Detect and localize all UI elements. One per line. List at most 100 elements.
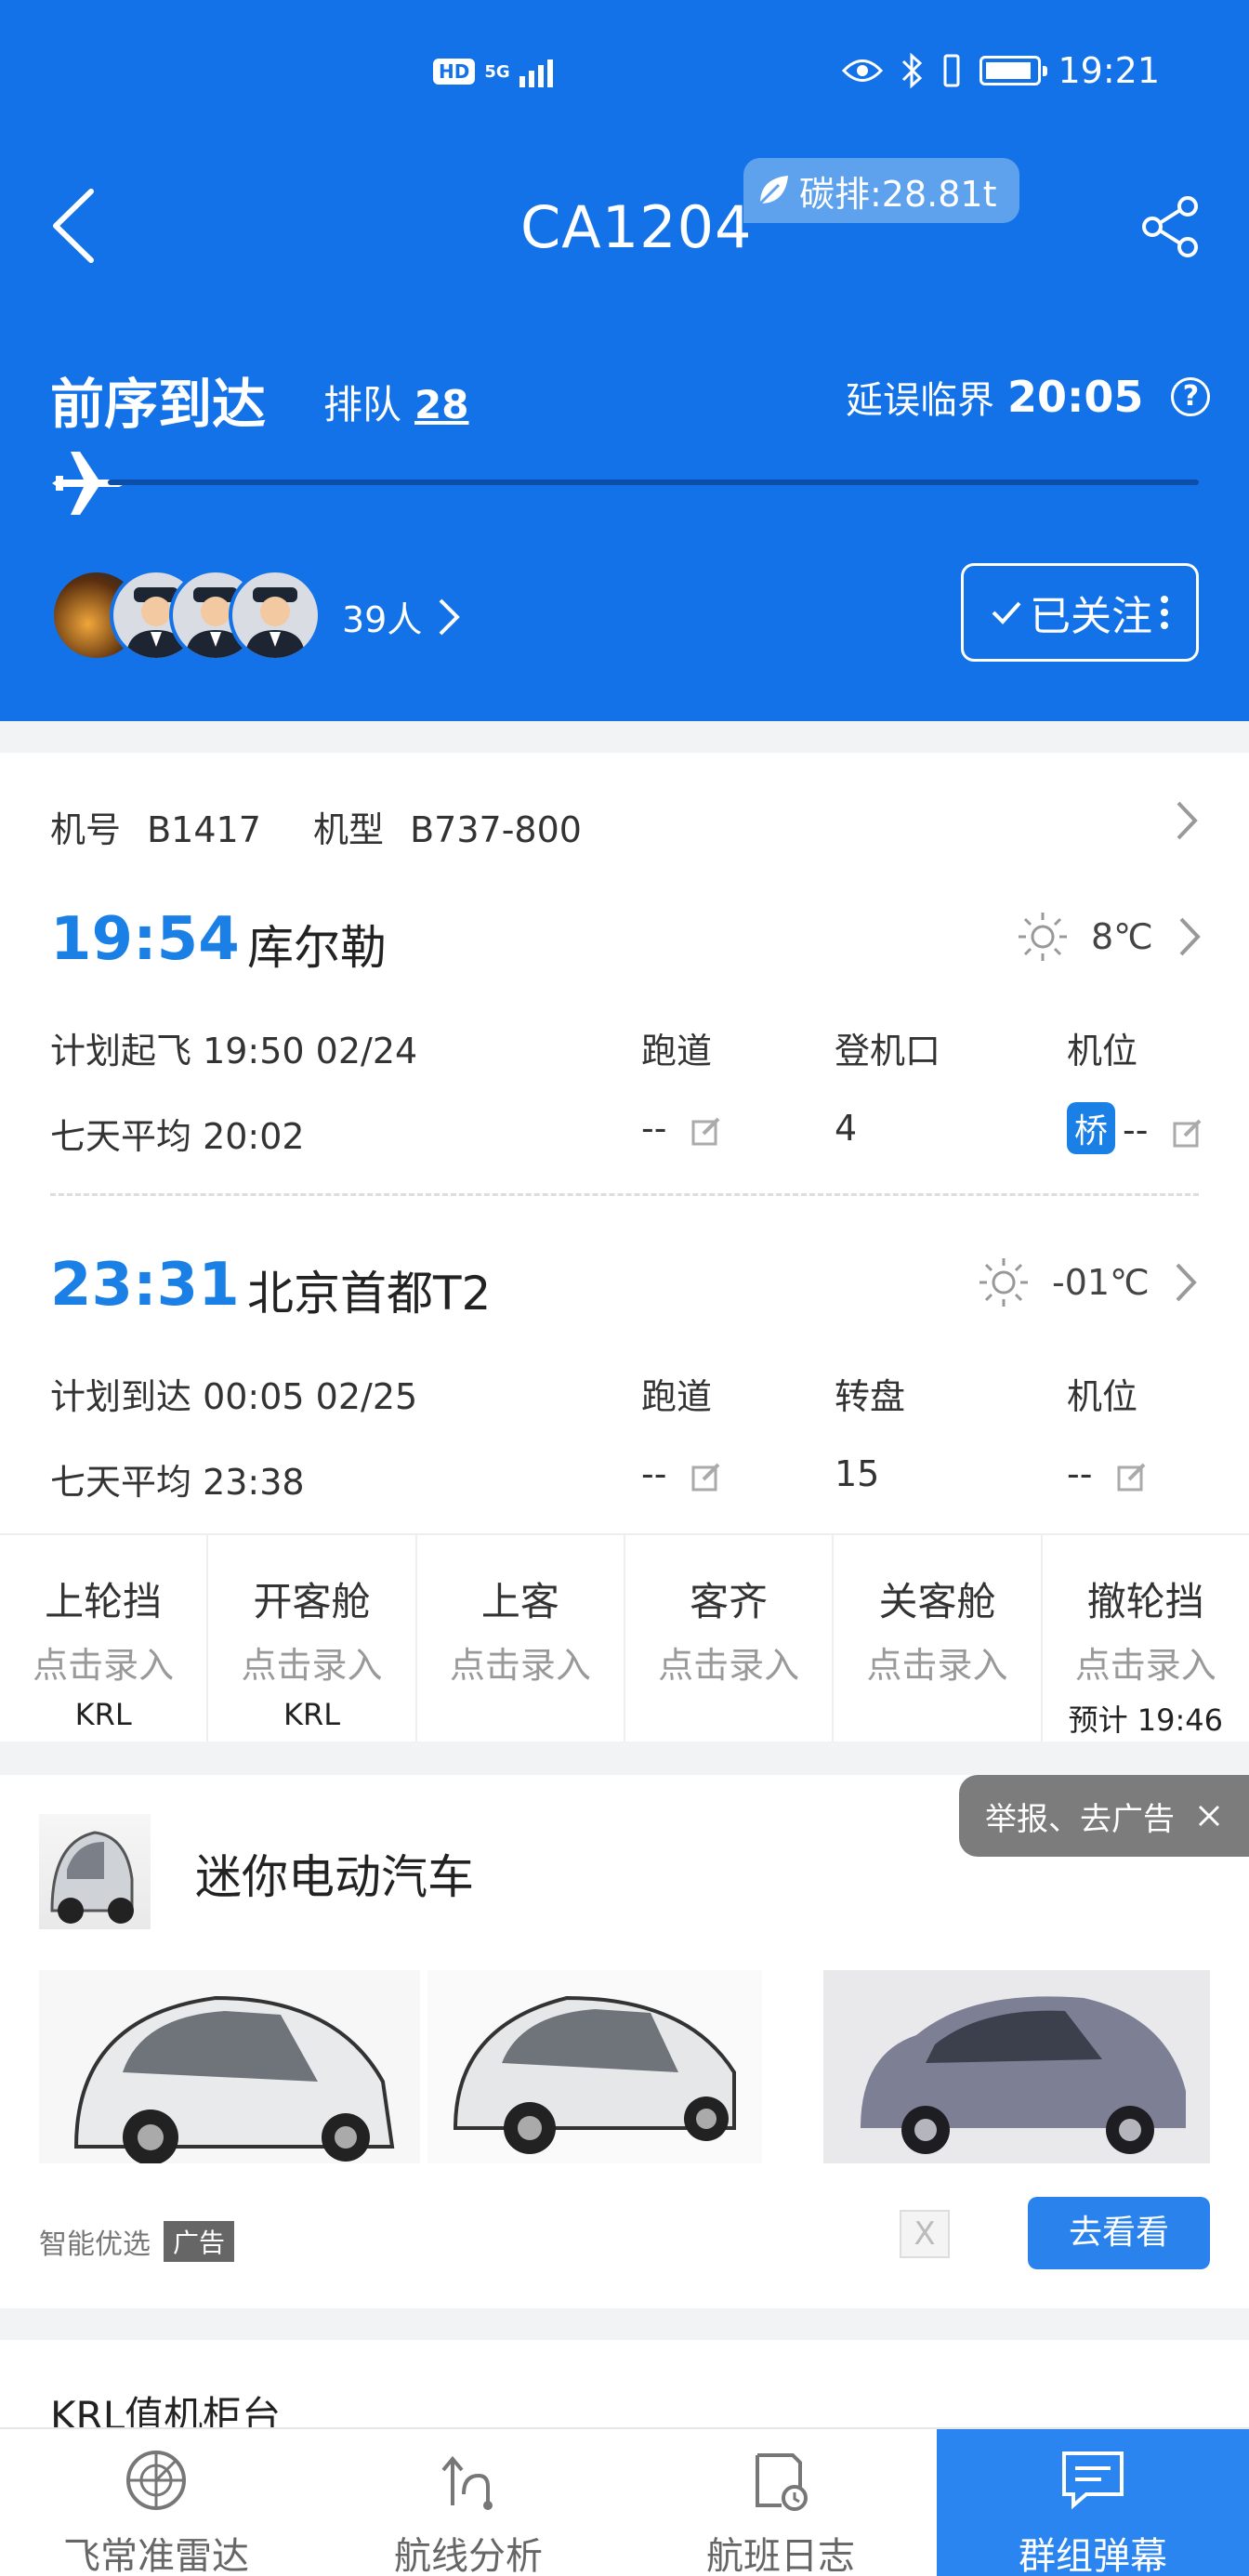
departure-city: 库尔勒 <box>247 921 387 975</box>
ad-source-label: 智能优选 <box>39 2228 151 2261</box>
queue-label: 排队 <box>323 382 402 427</box>
nav-route-analysis[interactable]: 航线分析 <box>312 2429 624 2576</box>
nav-flight-log[interactable]: 航班日志 <box>624 2429 937 2576</box>
edit-icon[interactable] <box>1116 1461 1148 1492</box>
gate-value: 4 <box>835 1108 858 1149</box>
queue-info[interactable]: 排队 28 <box>323 374 468 430</box>
step-chocks-on[interactable]: 上轮挡 点击录入 KRL <box>0 1535 209 1741</box>
ad-close-button[interactable]: X <box>900 2210 950 2258</box>
type-label: 机型 <box>312 809 384 850</box>
bluetooth-icon <box>902 52 923 89</box>
stand-label: 机位 <box>1067 1376 1138 1417</box>
vibrate-icon <box>943 54 960 87</box>
stand-value: -- <box>1123 1110 1149 1150</box>
ad-banner[interactable]: 举报、去广告 迷你电动汽车 智能优选 广告 X 去看看 <box>0 1775 1249 2308</box>
departure-runway[interactable]: -- <box>641 1108 722 1149</box>
arrival-runway[interactable]: -- <box>641 1453 722 1494</box>
network-label: 5G <box>484 61 510 82</box>
avatar <box>229 569 322 662</box>
departure-weather[interactable]: 8℃ <box>1017 911 1203 963</box>
step-input[interactable]: 点击录入 <box>1043 1636 1249 1688</box>
step-close-cabin[interactable]: 关客舱 点击录入 <box>834 1535 1043 1741</box>
step-input[interactable]: 点击录入 <box>625 1636 832 1688</box>
share-icon[interactable] <box>1139 195 1203 258</box>
bottom-nav: 飞常准雷达 航线分析 航班日志 群组弹幕 <box>0 2427 1249 2576</box>
arrival-time: 23:31 <box>50 1251 240 1320</box>
step-boarding-complete[interactable]: 客齐 点击录入 <box>625 1535 835 1741</box>
step-boarding[interactable]: 上客 点击录入 <box>417 1535 625 1741</box>
nav-group-chat[interactable]: 群组弹幕 <box>937 2429 1249 2576</box>
follower-avatars[interactable] <box>50 569 322 662</box>
ad-report-button[interactable]: 举报、去广告 <box>959 1775 1249 1857</box>
nav-label: 航班日志 <box>706 2535 855 2576</box>
step-title: 关客舱 <box>878 1579 996 1624</box>
reg-label: 机号 <box>50 809 122 850</box>
step-input[interactable]: 点击录入 <box>0 1636 206 1688</box>
flight-status: 前序到达 <box>50 373 267 436</box>
edit-icon[interactable] <box>1172 1117 1203 1149</box>
network-indicator: HD 5G <box>433 56 553 87</box>
chevron-right-icon[interactable] <box>1173 797 1201 844</box>
runway-label: 跑道 <box>641 1031 713 1071</box>
bridge-badge: 桥 <box>1067 1102 1116 1154</box>
step-input[interactable]: 点击录入 <box>208 1636 414 1688</box>
chevron-right-icon <box>439 598 461 635</box>
arrival-weather[interactable]: -01℃ <box>978 1256 1200 1308</box>
step-note: KRL <box>283 1697 341 1732</box>
nav-label: 群组弹幕 <box>1019 2535 1167 2576</box>
help-icon[interactable]: ? <box>1171 377 1211 416</box>
departure-temp: 8℃ <box>1091 916 1153 957</box>
edit-icon[interactable] <box>690 1461 722 1492</box>
chevron-right-icon <box>1176 1263 1197 1302</box>
step-open-cabin[interactable]: 开客舱点击录入 KRL <box>208 1535 417 1741</box>
planned-arrival: 计划到达 00:05 02/25 <box>50 1376 418 1417</box>
arrival-stand[interactable]: -- <box>1067 1453 1148 1494</box>
planned-departure: 计划起飞 19:50 02/24 <box>50 1031 418 1071</box>
ad-image <box>823 1970 1210 2163</box>
more-icon[interactable] <box>1160 594 1169 631</box>
follow-label: 已关注 <box>1030 593 1152 640</box>
status-right: 19:21 <box>842 50 1160 91</box>
carousel-label: 转盘 <box>835 1376 906 1417</box>
runway-value: -- <box>641 1453 667 1494</box>
battery-icon <box>979 56 1048 85</box>
followers-count: 39人 <box>342 599 423 640</box>
arrival-city: 北京首都T2 <box>247 1267 492 1321</box>
ad-report-label: 举报、去广告 <box>985 1800 1175 1838</box>
step-chocks-off[interactable]: 撤轮挡 点击录入 预计 19:46 <box>1043 1535 1249 1741</box>
status-bar: HD 5G 19:21 <box>0 37 1249 112</box>
step-input[interactable]: 点击录入 <box>834 1636 1040 1688</box>
aircraft-info[interactable]: 机号 B1417 机型 B737-800 <box>50 801 582 852</box>
step-input[interactable]: 点击录入 <box>417 1636 624 1688</box>
departure-7day-avg: 七天平均 20:02 <box>50 1116 305 1157</box>
step-title: 开客舱 <box>253 1579 371 1624</box>
nav-label: 飞常准雷达 <box>63 2535 249 2576</box>
ad-source: 智能优选 广告 <box>39 2221 235 2262</box>
stand-value: -- <box>1067 1453 1093 1494</box>
ad-cta-button[interactable]: 去看看 <box>1028 2197 1210 2269</box>
step-title: 撤轮挡 <box>1086 1579 1204 1624</box>
step-title: 上客 <box>480 1579 559 1624</box>
signal-icon <box>519 56 553 87</box>
edit-icon[interactable] <box>690 1115 722 1147</box>
arrival-7day-avg: 七天平均 23:38 <box>50 1462 305 1503</box>
route-icon <box>441 2455 493 2510</box>
chat-icon <box>1062 2451 1124 2510</box>
follow-button[interactable]: 已关注 <box>961 563 1199 662</box>
close-icon[interactable] <box>1197 1804 1221 1828</box>
back-icon[interactable] <box>46 184 102 268</box>
hd-badge: HD <box>433 59 476 85</box>
step-note: KRL <box>74 1697 132 1732</box>
delay-label: 延误临界 <box>846 379 994 422</box>
delay-time: 20:05 <box>1007 372 1144 422</box>
departure-time: 19:54 <box>50 905 240 974</box>
leaf-icon <box>758 176 788 205</box>
reg-value: B1417 <box>147 809 261 850</box>
followers-link[interactable]: 39人 <box>342 591 461 642</box>
sun-icon <box>979 1258 1028 1307</box>
nav-radar[interactable]: 飞常准雷达 <box>0 2429 312 2576</box>
runway-value: -- <box>641 1108 667 1149</box>
carbon-badge[interactable]: 碳排:28.81t <box>743 158 1019 223</box>
queue-value[interactable]: 28 <box>414 382 468 427</box>
departure-stand[interactable]: 桥 -- <box>1067 1102 1203 1154</box>
